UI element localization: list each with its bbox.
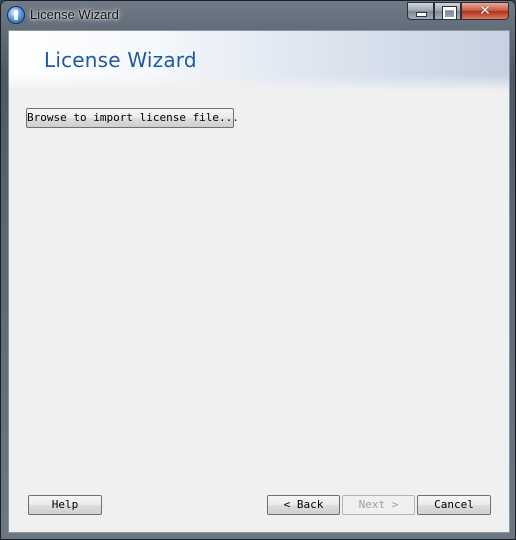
minimize-icon (417, 13, 426, 16)
maximize-button[interactable] (434, 2, 461, 20)
app-info-icon (8, 7, 24, 23)
minimize-button[interactable] (407, 2, 434, 20)
banner-fade (9, 75, 509, 91)
browse-license-file-button[interactable]: Browse to import license file... (26, 108, 239, 128)
back-button[interactable]: < Back (267, 495, 340, 515)
maximize-icon (443, 7, 456, 19)
window-frame: License Wizard ✕ License Wizard Browse t… (0, 0, 516, 540)
cancel-button[interactable]: Cancel (417, 495, 491, 515)
title-bar[interactable]: License Wizard ✕ (1, 1, 516, 29)
close-icon: ✕ (479, 3, 491, 19)
help-button[interactable]: Help (28, 495, 102, 515)
window-title: License Wizard (30, 7, 119, 22)
next-button: Next > (342, 495, 415, 515)
wizard-dialog-body: License Wizard Browse to import license … (8, 30, 510, 533)
wizard-header-title: License Wizard (44, 48, 197, 72)
close-button[interactable]: ✕ (461, 2, 509, 20)
